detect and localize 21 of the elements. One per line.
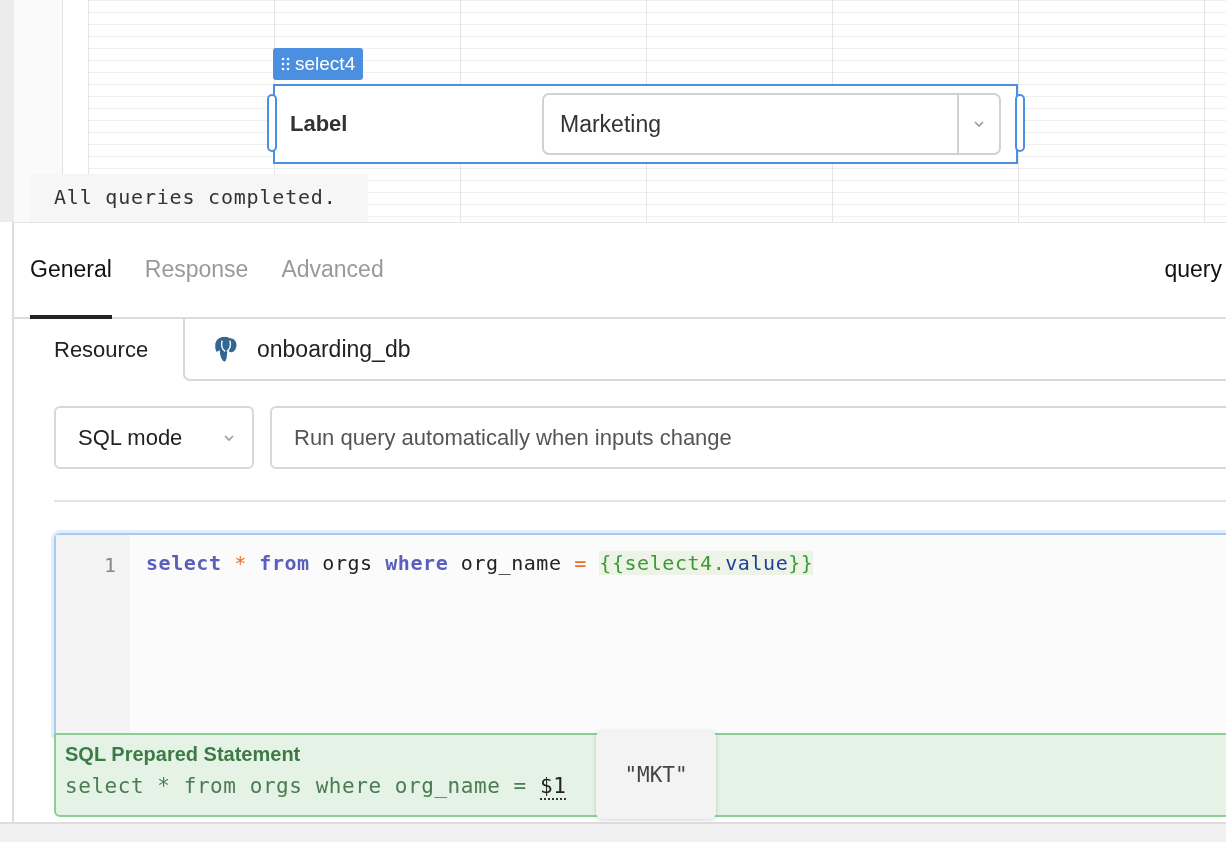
dropdown-value: Marketing <box>559 110 662 138</box>
tab[interactable]: General <box>30 223 112 319</box>
tooltip: "MKT" <box>596 731 716 819</box>
trigger-dropdown[interactable]: Run query automatically when inputs change <box>270 406 1226 469</box>
mode-dropdown[interactable]: SQL mode <box>54 406 254 469</box>
field-label: Label <box>290 111 349 137</box>
dropdown-field[interactable]: Marketing <box>542 93 1001 155</box>
parameter-link[interactable]: $1 <box>539 774 567 800</box>
status-message: All queries completed. <box>30 174 368 222</box>
code-line: select * from orgs where org_name = {{select4.value}} <box>146 551 814 575</box>
field-label: Resource <box>54 337 150 363</box>
select-widget[interactable]: Label Marketing <box>273 84 1018 164</box>
drag-handle-icon <box>281 57 290 71</box>
prepared-sql: select * from orgs where org_name = <box>65 774 527 798</box>
query-name[interactable]: query <box>1164 255 1222 285</box>
line-number: 1 <box>102 553 116 577</box>
panel-title: SQL Prepared Statement <box>65 743 301 766</box>
resize-handle[interactable] <box>1015 94 1025 152</box>
code-editor[interactable]: 1 select * from orgs where org_name = {{select4.value}} <box>54 533 1226 735</box>
resize-handle[interactable] <box>267 94 277 152</box>
resource-dropdown[interactable]: onboarding_db <box>183 319 1226 381</box>
